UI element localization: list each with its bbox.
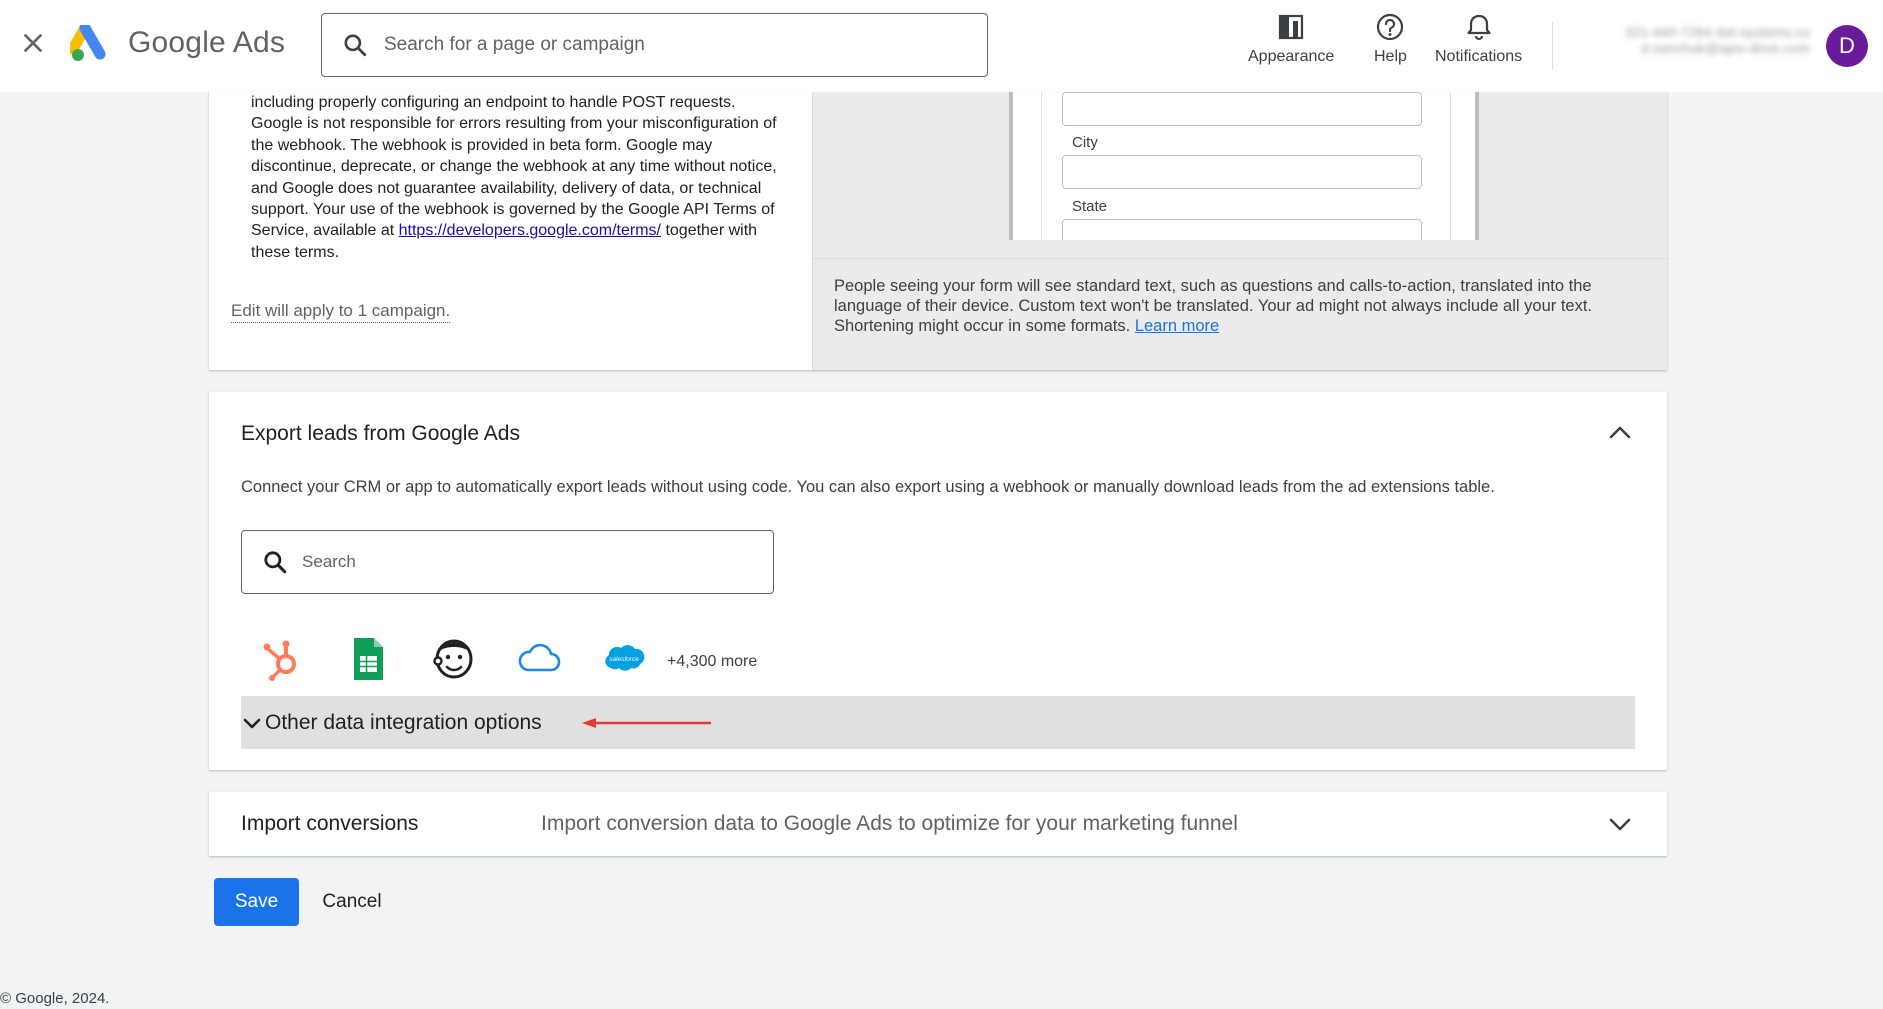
cancel-button[interactable]: Cancel [312, 878, 392, 926]
account-info[interactable]: 321-440-7264 det-systems.co d.sanchuk@ap… [1570, 24, 1810, 56]
appearance-label: Appearance [1248, 48, 1335, 65]
phone-preview: City State [1009, 92, 1479, 240]
phone-screen: City State [1041, 92, 1451, 240]
notifications-label: Notifications [1435, 48, 1523, 65]
salesforce-icon[interactable]: salesforce [601, 636, 647, 682]
webhook-terms-text: including properly configuring an endpoi… [251, 94, 777, 240]
annotation-arrow-icon [582, 718, 711, 728]
preview-divider [813, 258, 1668, 259]
top-bar: Google Ads Appearance Help Notifications [0, 0, 1883, 92]
help-label: Help [1374, 48, 1407, 65]
global-search-input[interactable] [384, 34, 944, 56]
webhook-terms: including properly configuring an endpoi… [251, 92, 791, 263]
integration-search-input[interactable] [302, 552, 762, 572]
lead-form-card: including properly configuring an endpoi… [209, 92, 1668, 370]
translation-note: People seeing your form will see standar… [834, 276, 1659, 336]
learn-more-link[interactable]: Learn more [1135, 317, 1219, 335]
chevron-up-icon[interactable] [1605, 418, 1635, 448]
search-icon [344, 34, 367, 57]
chevron-down-icon[interactable] [1605, 809, 1635, 839]
import-conversions-title: Import conversions [241, 812, 419, 835]
import-conversions-card[interactable]: Import conversions Import conversion dat… [209, 792, 1667, 856]
account-email: d.sanchuk@apix-drive.com [1640, 40, 1810, 56]
copyright: © Google, 2024. [0, 990, 110, 1007]
notifications-button[interactable]: Notifications [1435, 12, 1522, 72]
bell-icon [1466, 14, 1491, 41]
save-button[interactable]: Save [214, 878, 299, 926]
preview-label-city: City [1072, 134, 1098, 151]
google-ads-logo-icon [70, 25, 106, 61]
header-divider [1552, 22, 1553, 70]
export-leads-card: Export leads from Google Ads Connect you… [209, 392, 1667, 770]
integration-search[interactable] [241, 530, 774, 594]
terms-link[interactable]: https://developers.google.com/terms/ [399, 222, 661, 239]
chevron-down-icon [243, 718, 261, 728]
form-preview-pane: City State People seeing your form will … [812, 92, 1668, 370]
preview-field [1062, 92, 1422, 126]
cloud-icon[interactable] [516, 636, 562, 682]
appearance-button[interactable]: Appearance [1248, 12, 1334, 72]
hubspot-icon[interactable] [260, 636, 306, 682]
import-conversions-description: Import conversion data to Google Ads to … [541, 812, 1238, 835]
export-leads-title: Export leads from Google Ads [241, 422, 520, 445]
help-icon [1377, 13, 1404, 41]
global-search[interactable] [321, 13, 988, 77]
avatar[interactable]: D [1826, 25, 1868, 67]
brand-name: Google Ads [128, 26, 286, 59]
search-icon [264, 551, 287, 574]
preview-label-state: State [1072, 198, 1108, 215]
preview-city-field [1062, 155, 1422, 189]
svg-text:salesforce: salesforce [609, 656, 639, 663]
account-id: 321-440-7264 det-systems.co [1624, 24, 1810, 40]
preview-state-field [1062, 219, 1422, 240]
other-data-integration-options[interactable]: Other data integration options [241, 696, 1635, 749]
export-leads-description: Connect your CRM or app to automatically… [241, 478, 1495, 496]
edit-scope-note[interactable]: Edit will apply to 1 campaign. [231, 301, 451, 323]
mailchimp-icon[interactable] [431, 636, 477, 682]
appearance-icon [1279, 14, 1304, 40]
other-options-label: Other data integration options [265, 710, 542, 734]
google-sheets-icon[interactable] [345, 636, 391, 682]
close-icon[interactable] [20, 30, 46, 56]
help-button[interactable]: Help [1374, 12, 1407, 72]
more-integrations-count[interactable]: +4,300 more [667, 653, 757, 671]
